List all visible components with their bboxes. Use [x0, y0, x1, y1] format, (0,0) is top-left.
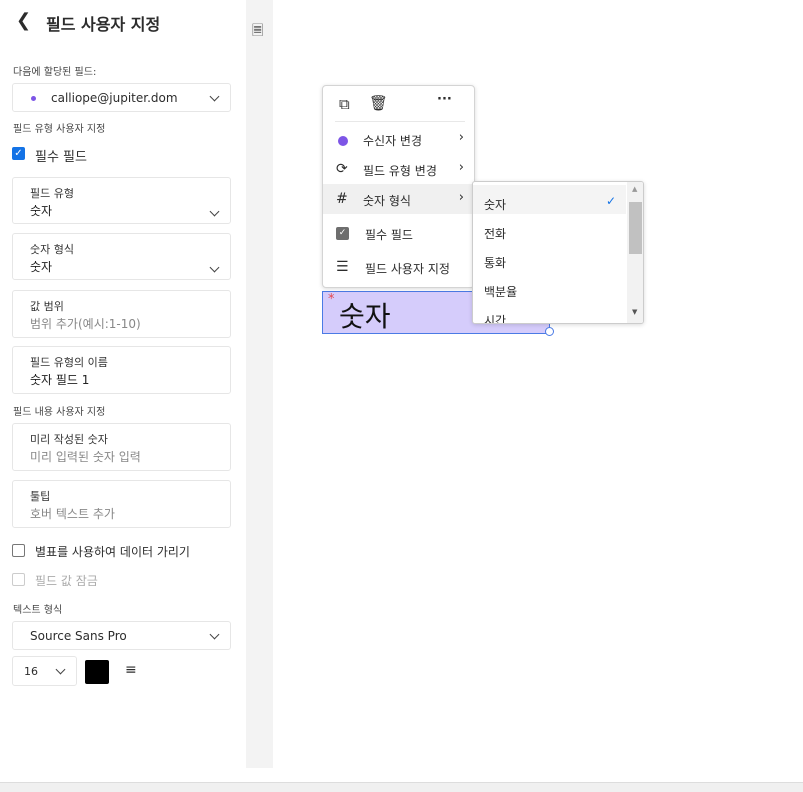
prefilled-label: 미리 작성된 숫자: [30, 433, 108, 446]
text-format-label: 텍스트 형식: [13, 605, 63, 616]
menu-label: 필드 유형 변경: [363, 164, 437, 178]
trash-icon[interactable]: 🗑: [369, 94, 388, 112]
menu-change-field-type[interactable]: ⟳ 필드 유형 변경 ›: [323, 154, 474, 184]
text-color-swatch[interactable]: [85, 660, 109, 684]
back-icon[interactable]: ❮: [16, 10, 31, 31]
number-format-select[interactable]: 숫자 형식 숫자: [12, 233, 231, 280]
font-size-select[interactable]: 16: [12, 656, 77, 686]
option-label: 전화: [484, 227, 507, 241]
more-icon[interactable]: ···: [437, 92, 452, 107]
menu-label: 숫자 형식: [363, 194, 411, 208]
chevron-down-icon: [209, 262, 220, 273]
required-label: 필수 필드: [35, 150, 87, 165]
option-number[interactable]: 숫자 ✓: [473, 185, 626, 214]
side-strip: 🗏: [246, 0, 273, 768]
refresh-icon: ⟳: [336, 161, 348, 177]
type-section-label: 필드 유형 사용자 지정: [13, 124, 106, 135]
assignee-select[interactable]: calliope@jupiter.dom: [12, 83, 231, 112]
prefilled-placeholder: 미리 입력된 숫자 입력: [30, 450, 141, 464]
font-value: Source Sans Pro: [30, 629, 127, 643]
sidebar: ❮ 필드 사용자 지정 다음에 할당된 필드: calliope@jupiter…: [0, 0, 246, 782]
range-label: 값 범위: [30, 300, 64, 313]
scrollbar-thumb[interactable]: [629, 202, 642, 254]
required-mark: *: [328, 292, 335, 307]
field-type-label: 필드 유형: [30, 187, 74, 200]
align-icon[interactable]: ≡: [125, 663, 137, 677]
type-name-value: 숫자 필드 1: [30, 373, 90, 387]
option-label: 시간: [484, 314, 507, 324]
menu-label: 필수 필드: [365, 228, 413, 242]
checkmark-icon: ✓: [605, 194, 616, 208]
content-section-label: 필드 내용 사용자 지정: [13, 407, 106, 418]
bottom-bar: [0, 782, 803, 792]
option-label: 통화: [484, 256, 507, 270]
resize-handle[interactable]: [545, 327, 554, 336]
tooltip-input[interactable]: 툴팁 호버 텍스트 추가: [12, 480, 231, 528]
menu-required-field[interactable]: ✓ 필수 필드: [323, 218, 474, 248]
font-size-value: 16: [24, 665, 38, 678]
duplicate-icon[interactable]: ⧉: [339, 95, 350, 113]
prefilled-input[interactable]: 미리 작성된 숫자 미리 입력된 숫자 입력: [12, 423, 231, 471]
menu-change-recipient[interactable]: 수신자 변경 ›: [323, 124, 474, 154]
chevron-down-icon: [209, 91, 220, 102]
required-checkbox[interactable]: ✓: [12, 147, 25, 160]
chevron-right-icon: ›: [458, 160, 464, 175]
option-currency[interactable]: 통화: [473, 243, 626, 272]
scrollbar[interactable]: ▲ ▼: [627, 182, 643, 323]
divider: [335, 121, 465, 122]
range-placeholder: 범위 추가(예시:1-10): [30, 317, 141, 331]
range-input[interactable]: 값 범위 범위 추가(예시:1-10): [12, 290, 231, 338]
option-percent[interactable]: 백분율: [473, 272, 626, 301]
option-time[interactable]: 시간: [473, 301, 626, 324]
context-menu: ⧉ 🗑 ··· 수신자 변경 › ⟳ 필드 유형 변경 › # 숫자 형식 › ✓ 필…: [322, 85, 475, 288]
menu-customize-field[interactable]: ☰ 필드 사용자 지정: [323, 252, 474, 282]
menu-number-format[interactable]: # 숫자 형식 ›: [323, 184, 474, 214]
chevron-down-icon: [209, 206, 220, 217]
menu-label: 수신자 변경: [363, 134, 423, 148]
field-type-select[interactable]: 필드 유형 숫자: [12, 177, 231, 224]
mask-checkbox[interactable]: [12, 544, 25, 557]
assigned-label: 다음에 할당된 필드:: [13, 67, 97, 78]
chevron-down-icon: [55, 664, 66, 675]
option-label: 백분율: [484, 285, 518, 299]
scroll-down-icon[interactable]: ▼: [632, 308, 637, 316]
lock-label: 필드 값 잠금: [35, 574, 98, 588]
chevron-right-icon: ›: [458, 190, 464, 205]
page-title: 필드 사용자 지정: [46, 15, 161, 34]
hash-icon: #: [336, 191, 348, 207]
chevron-down-icon: [209, 629, 220, 640]
field-type-value: 숫자: [30, 204, 53, 218]
option-phone[interactable]: 전화: [473, 214, 626, 243]
sliders-icon: ☰: [336, 259, 349, 275]
checkbox-icon: ✓: [336, 227, 349, 240]
tooltip-placeholder: 호버 텍스트 추가: [30, 507, 115, 521]
font-select[interactable]: Source Sans Pro: [12, 621, 231, 650]
recipient-dot-icon: [338, 136, 348, 146]
number-format-label: 숫자 형식: [30, 243, 74, 256]
menu-label: 필드 사용자 지정: [365, 262, 450, 276]
mask-label: 별표를 사용하여 데이터 가리기: [35, 545, 190, 559]
recipient-dot-icon: [31, 96, 36, 101]
field-text: 숫자: [339, 300, 391, 333]
lock-checkbox[interactable]: [12, 573, 25, 586]
tooltip-label: 툴팁: [30, 490, 51, 503]
option-label: 숫자: [484, 198, 507, 212]
type-name-label: 필드 유형의 이름: [30, 356, 108, 369]
number-format-value: 숫자: [30, 260, 53, 274]
chevron-right-icon: ›: [458, 130, 464, 145]
assignee-value: calliope@jupiter.dom: [51, 91, 178, 105]
pages-icon[interactable]: 🗏: [252, 20, 263, 44]
number-format-submenu: 숫자 ✓ 전화 통화 백분율 시간 ▲ ▼: [472, 181, 644, 324]
scroll-up-icon[interactable]: ▲: [632, 185, 637, 193]
type-name-input[interactable]: 필드 유형의 이름 숫자 필드 1: [12, 346, 231, 394]
